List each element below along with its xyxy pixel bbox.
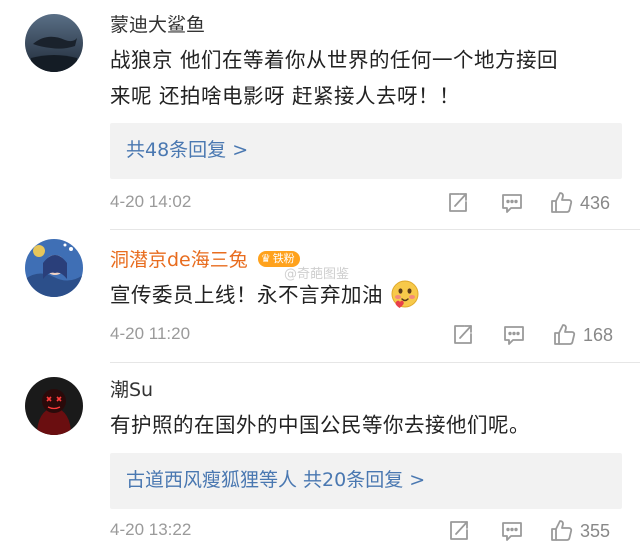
like-button[interactable]: 436 bbox=[550, 190, 610, 216]
like-count: 168 bbox=[583, 324, 614, 345]
reply-summary-box[interactable]: 古道西风瘦狐狸等人 共20条回复 > bbox=[110, 453, 622, 509]
timestamp: 4-20 11:20 bbox=[110, 324, 191, 343]
share-button[interactable] bbox=[451, 322, 475, 348]
like-icon bbox=[554, 324, 576, 345]
timestamp: 4-20 13:22 bbox=[110, 520, 192, 539]
username[interactable]: 蒙迪大鲨鱼 bbox=[110, 13, 205, 37]
username[interactable]: 潮Su bbox=[110, 378, 153, 402]
share-icon bbox=[449, 193, 467, 212]
comment-text-line: 战狼京 他们在等着你从世界的任何一个地方接回 bbox=[110, 48, 559, 72]
comment-button[interactable] bbox=[500, 518, 524, 544]
like-button[interactable]: 168 bbox=[553, 322, 613, 348]
divider bbox=[110, 229, 640, 230]
comment-icon bbox=[502, 194, 522, 213]
share-button[interactable] bbox=[447, 518, 471, 544]
comment-meta: 4-20 14:02 436 bbox=[110, 190, 622, 216]
comment-text: 宣传委员上线！永不言弃加油 bbox=[110, 277, 620, 313]
comment-text: 战狼京 他们在等着你从世界的任何一个地方接回 来呢 还拍啥电影呀 赶紧接人去呀！… bbox=[110, 42, 620, 114]
like-icon bbox=[551, 520, 573, 541]
username[interactable]: 洞潜京de海三兔 ♛ 铁粉 bbox=[110, 248, 300, 272]
comment-button[interactable] bbox=[500, 190, 524, 216]
comment-text-line: 来呢 还拍啥电影呀 赶紧接人去呀！！ bbox=[110, 84, 461, 108]
timestamp: 4-20 14:02 bbox=[110, 192, 192, 211]
comment-icon bbox=[504, 326, 524, 345]
divider bbox=[110, 362, 640, 363]
reply-summary-box[interactable]: 共48条回复 > bbox=[110, 123, 622, 179]
avatar[interactable] bbox=[25, 377, 83, 435]
comment-meta: 4-20 13:22 355 bbox=[110, 518, 622, 544]
reply-summary-link[interactable]: 共48条回复 > bbox=[126, 137, 248, 163]
avatar[interactable] bbox=[25, 239, 83, 297]
share-icon bbox=[454, 325, 472, 344]
share-icon bbox=[450, 521, 468, 540]
reply-summary-link[interactable]: 古道西风瘦狐狸等人 共20条回复 > bbox=[126, 467, 425, 493]
share-button[interactable] bbox=[446, 190, 470, 216]
like-button[interactable]: 355 bbox=[550, 518, 610, 544]
comment-text-line: 有护照的在国外的中国公民等你去接他们呢。 bbox=[110, 413, 530, 437]
comment-button[interactable] bbox=[502, 322, 526, 348]
comment-meta: 4-20 11:20 168 bbox=[110, 322, 622, 348]
like-count: 436 bbox=[580, 192, 611, 213]
comment-text: 有护照的在国外的中国公民等你去接他们呢。 bbox=[110, 407, 620, 443]
username-text[interactable]: 洞潜京de海三兔 bbox=[110, 249, 248, 271]
blush-emoji-icon bbox=[390, 279, 420, 309]
comment-icon bbox=[502, 522, 522, 541]
crown-icon: ♛ bbox=[260, 251, 271, 265]
like-icon bbox=[551, 192, 573, 213]
avatar[interactable] bbox=[25, 14, 83, 72]
watermark: @奇葩图鉴 bbox=[284, 267, 350, 282]
like-count: 355 bbox=[580, 520, 611, 541]
comment-text-line: 宣传委员上线！永不言弃加油 bbox=[110, 283, 383, 307]
